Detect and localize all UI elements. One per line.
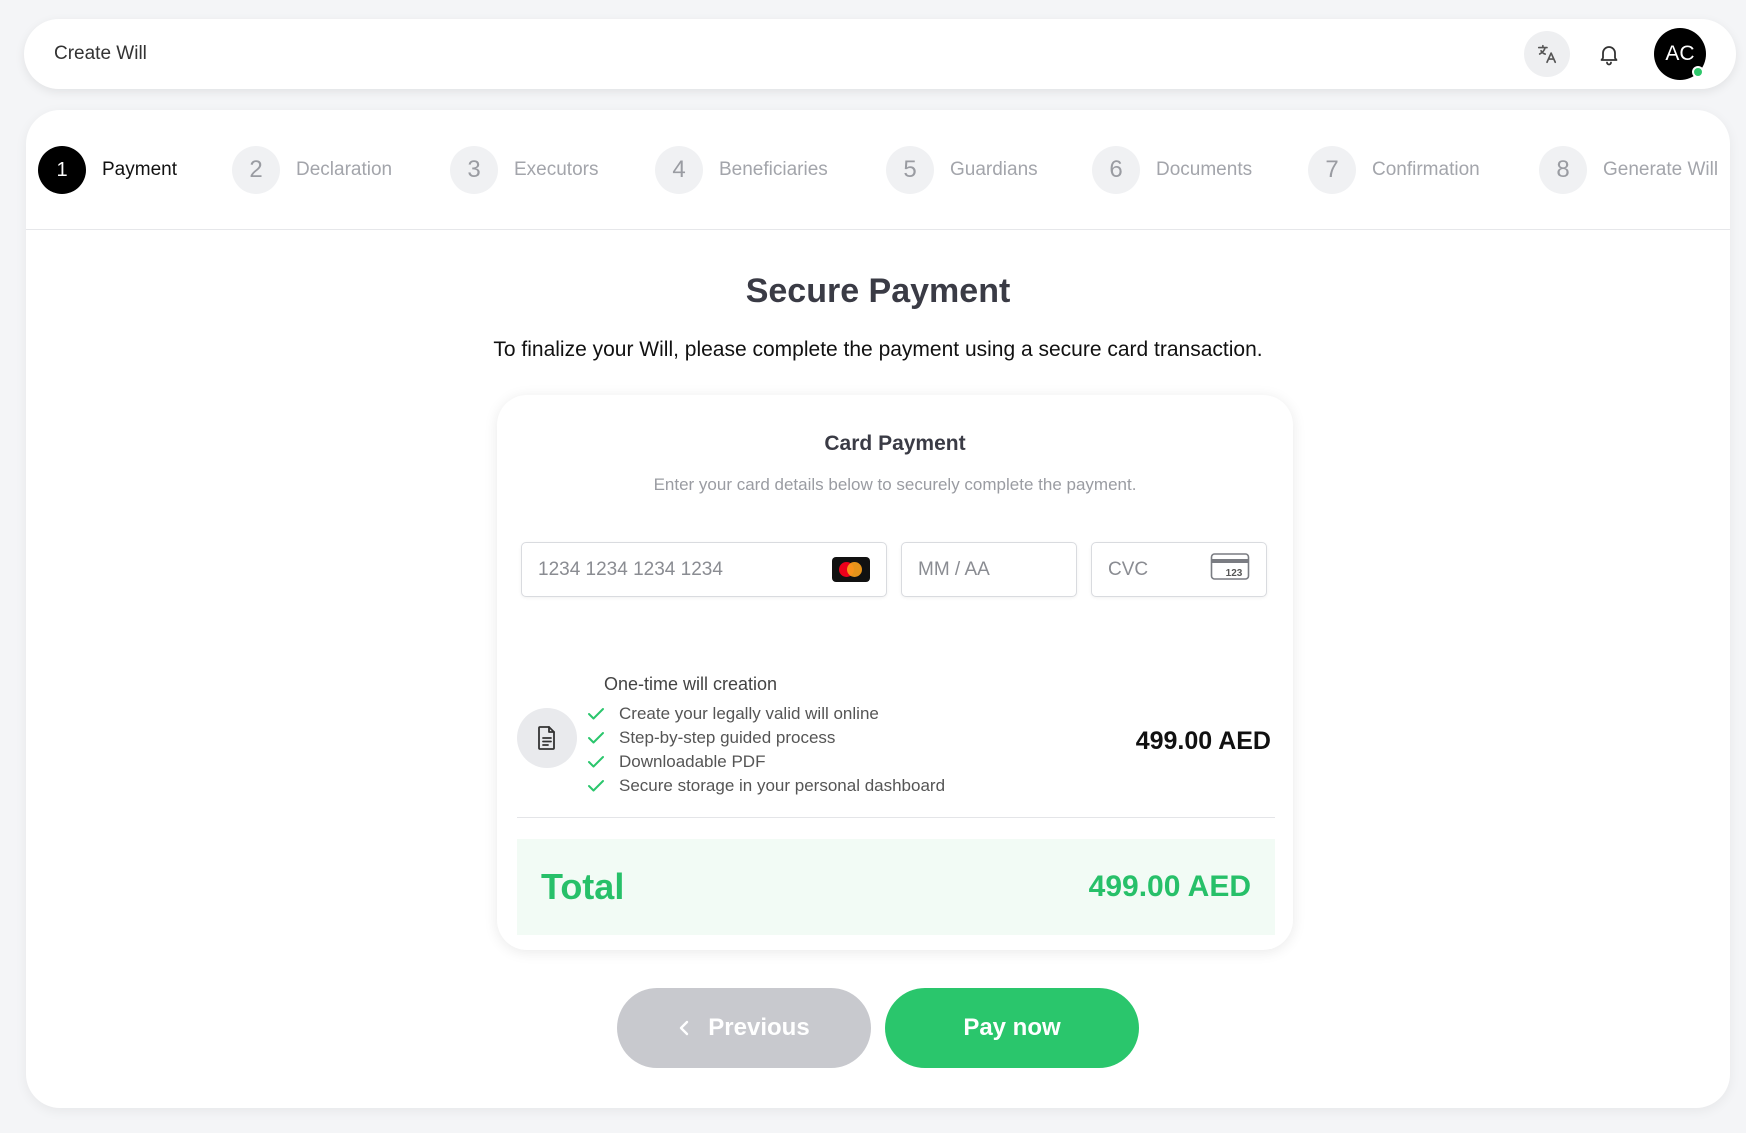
cvc-input[interactable] [1108, 558, 1210, 581]
step-number: 7 [1308, 146, 1356, 194]
cvc-field[interactable]: 123 [1091, 542, 1267, 597]
card-payment-panel: Card Payment Enter your card details bel… [497, 395, 1293, 950]
step-label: Confirmation [1372, 159, 1480, 180]
step-number: 3 [450, 146, 498, 194]
check-icon [587, 707, 607, 721]
step-documents[interactable]: 6 Documents [1092, 146, 1252, 194]
step-confirmation[interactable]: 7 Confirmation [1308, 146, 1480, 194]
section-description: To finalize your Will, please complete t… [493, 338, 1263, 361]
total-value: 499.00 AED [1088, 870, 1251, 903]
cvc-card-icon: 123 [1210, 552, 1250, 588]
divider [517, 817, 1275, 818]
step-label: Beneficiaries [719, 159, 828, 180]
top-bar: Create Will AC [24, 19, 1736, 89]
translate-icon [1537, 44, 1557, 64]
expiry-input[interactable] [918, 558, 1060, 581]
avatar[interactable]: AC [1654, 28, 1706, 80]
notifications-button[interactable] [1586, 31, 1632, 77]
pay-now-button-label: Pay now [963, 1014, 1061, 1041]
bell-icon [1600, 46, 1618, 66]
translate-button[interactable] [1524, 31, 1570, 77]
list-item: Secure storage in your personal dashboar… [587, 774, 945, 798]
step-executors[interactable]: 3 Executors [450, 146, 598, 194]
step-number: 2 [232, 146, 280, 194]
step-label: Executors [514, 159, 599, 180]
section-heading: Secure Payment [745, 272, 1011, 310]
previous-button-label: Previous [708, 1014, 810, 1041]
online-status-dot [1692, 66, 1704, 78]
feature-text: Secure storage in your personal dashboar… [619, 776, 946, 795]
list-item: Downloadable PDF [587, 750, 945, 774]
product-title: One-time will creation [604, 674, 778, 694]
step-generate-will[interactable]: 8 Generate Will [1539, 146, 1718, 194]
expiry-field[interactable] [901, 542, 1077, 597]
step-number: 1 [38, 146, 86, 194]
step-number: 5 [886, 146, 934, 194]
feature-text: Create your legally valid will online [619, 704, 879, 723]
step-payment[interactable]: 1 Payment [38, 146, 177, 194]
feature-text: Step-by-step guided process [619, 728, 836, 747]
step-declaration[interactable]: 2 Declaration [232, 146, 392, 194]
step-label: Payment [102, 159, 177, 180]
check-icon [587, 755, 607, 769]
product-price: 499.00 AED [1135, 727, 1271, 755]
main-panel: 1 Payment 2 Declaration 3 Executors 4 Be… [26, 110, 1730, 1108]
step-label: Documents [1156, 159, 1253, 180]
cvc-icon-text: 123 [1226, 568, 1243, 579]
previous-button[interactable]: Previous [617, 988, 871, 1068]
list-item: Create your legally valid will online [587, 702, 945, 726]
step-number: 6 [1092, 146, 1140, 194]
step-label: Generate Will [1603, 159, 1719, 180]
feature-text: Downloadable PDF [619, 752, 766, 771]
step-number: 8 [1539, 146, 1587, 194]
document-icon [517, 708, 577, 768]
avatar-initials: AC [1665, 42, 1695, 65]
pay-now-button[interactable]: Pay now [885, 988, 1139, 1068]
card-number-input[interactable] [538, 558, 832, 581]
stepper: 1 Payment 2 Declaration 3 Executors 4 Be… [26, 110, 1730, 230]
feature-list: Create your legally valid will online St… [587, 702, 945, 798]
step-beneficiaries[interactable]: 4 Beneficiaries [655, 146, 828, 194]
total-summary: Total 499.00 AED [517, 839, 1275, 935]
check-icon [587, 779, 607, 793]
card-payment-subtitle: Enter your card details below to securel… [653, 475, 1137, 494]
check-icon [587, 731, 607, 745]
step-label: Guardians [950, 159, 1038, 180]
card-payment-title: Card Payment [824, 432, 966, 455]
top-bar-actions: AC [1524, 28, 1706, 80]
step-guardians[interactable]: 5 Guardians [886, 146, 1038, 194]
list-item: Step-by-step guided process [587, 726, 945, 750]
step-number: 4 [655, 146, 703, 194]
card-number-field[interactable] [521, 542, 887, 597]
page-title: Create Will [54, 43, 147, 64]
step-label: Declaration [296, 159, 393, 180]
mastercard-icon [832, 557, 870, 582]
total-label: Total [541, 866, 625, 907]
chevron-left-icon [678, 1019, 690, 1037]
